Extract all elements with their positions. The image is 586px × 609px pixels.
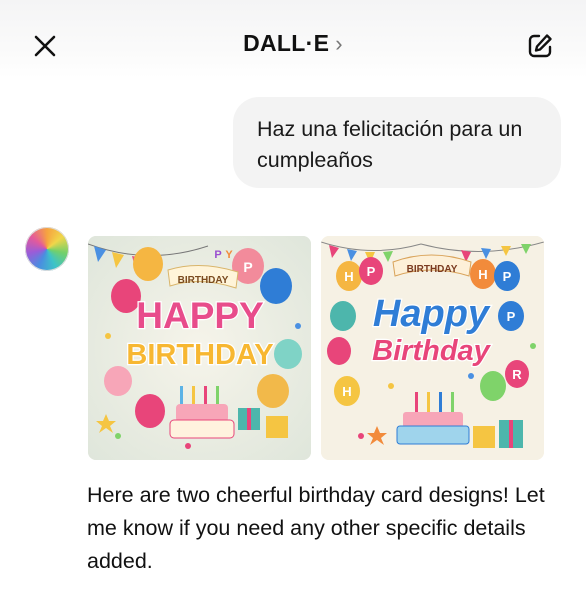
balloon-letter: P bbox=[243, 259, 252, 275]
banner-text: BIRTHDAY bbox=[178, 275, 229, 286]
model-selector[interactable]: DALL·E › bbox=[0, 30, 586, 57]
balloon-letter: Y bbox=[225, 249, 233, 261]
banner-text: BIRTHDAY bbox=[407, 264, 458, 275]
balloon-letter: R bbox=[512, 367, 522, 382]
chevron-right-icon: › bbox=[335, 31, 343, 56]
assistant-avatar bbox=[25, 227, 69, 271]
user-message: Haz una felicitación para un cumpleaños bbox=[233, 97, 561, 188]
new-chat-button[interactable] bbox=[524, 30, 556, 62]
generated-image-1[interactable]: P P Y BIRTHDAY HAPPY BIRTHDAY bbox=[88, 236, 311, 460]
balloon-letter: H bbox=[342, 384, 351, 399]
assistant-message: Here are two cheerful birthday card desi… bbox=[87, 483, 545, 573]
balloon-letter: H bbox=[478, 267, 487, 282]
card-title-line1: Happy bbox=[373, 293, 491, 335]
page-title: DALL·E bbox=[243, 30, 330, 56]
card-title-line2: BIRTHDAY bbox=[126, 339, 273, 371]
balloon-letter: H bbox=[344, 269, 353, 284]
balloon-letter: P bbox=[503, 269, 512, 284]
top-bar: DALL·E › bbox=[0, 0, 586, 78]
generated-image-2[interactable]: BIRTHDAY H P H P P H R Happy Birthday bbox=[321, 236, 544, 460]
card-title-line1: HAPPY bbox=[136, 295, 264, 336]
balloon-letter: P bbox=[507, 309, 516, 324]
edit-icon bbox=[528, 34, 552, 58]
balloon-letter: P bbox=[214, 249, 221, 261]
card-title-line2: Birthday bbox=[372, 335, 492, 367]
balloon-letter: P bbox=[367, 264, 376, 279]
